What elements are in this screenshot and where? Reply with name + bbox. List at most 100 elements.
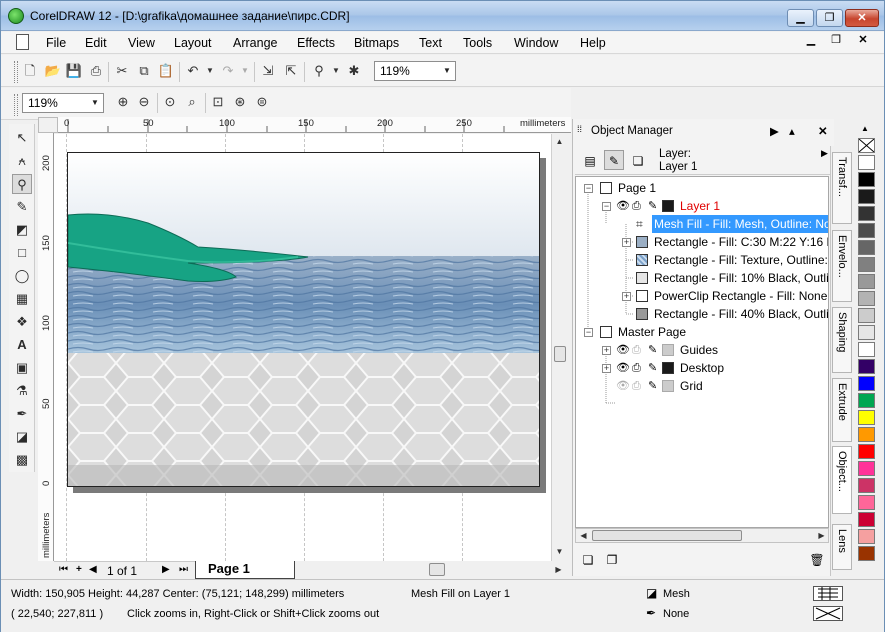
expand-icon[interactable]: + xyxy=(602,364,611,373)
minimize-button[interactable]: ▁ xyxy=(787,9,814,27)
open-icon[interactable]: 📂 xyxy=(44,62,62,80)
color-swatch[interactable] xyxy=(858,342,875,357)
tree-item-powerclip[interactable]: + PowerClip Rectangle - Fill: None, xyxy=(618,287,828,305)
color-swatch[interactable] xyxy=(858,274,875,289)
application-launcher-icon[interactable]: ⚲ xyxy=(310,62,328,80)
eyedropper-tool-icon[interactable]: ⚗ xyxy=(12,381,32,401)
horizontal-scroll-thumb[interactable] xyxy=(429,563,445,576)
menu-text[interactable]: Text xyxy=(419,36,442,50)
editable-pencil-icon[interactable]: ✎ xyxy=(648,197,657,215)
horizontal-scrollbar[interactable]: ▶ xyxy=(291,562,568,578)
menu-layout[interactable]: Layout xyxy=(174,36,212,50)
color-swatch[interactable] xyxy=(858,495,875,510)
new-document-icon[interactable]: 🗋 xyxy=(21,62,39,80)
corel-online-icon[interactable]: ✱ xyxy=(345,62,363,80)
outline-tool-icon[interactable]: ✒ xyxy=(12,404,32,424)
fill-swatch[interactable] xyxy=(813,586,843,601)
copy-icon[interactable]: ⧉ xyxy=(135,62,153,80)
zoom-page-width-icon[interactable]: ⊛ xyxy=(231,93,249,111)
zoom-combo[interactable]: 119% ▼ xyxy=(22,93,104,113)
redo-icon[interactable]: ↷ xyxy=(219,62,237,80)
layer-manager-view-icon[interactable]: ❏ xyxy=(628,150,648,170)
color-swatch[interactable] xyxy=(858,308,875,323)
color-swatch[interactable] xyxy=(858,512,875,527)
zoom-selected-icon[interactable]: ⊙ xyxy=(161,93,179,111)
doc-minimize-button[interactable]: ▁ xyxy=(801,33,821,50)
color-swatch[interactable] xyxy=(858,376,875,391)
color-swatch[interactable] xyxy=(858,155,875,170)
doc-restore-button[interactable]: ❐ xyxy=(826,33,846,50)
interactive-blend-tool-icon[interactable]: ▣ xyxy=(12,358,32,378)
drawing-canvas[interactable] xyxy=(54,134,551,561)
menu-bitmaps[interactable]: Bitmaps xyxy=(354,36,399,50)
zoom-page-icon[interactable]: ⊡ xyxy=(209,93,227,111)
docker-menu-arrow-icon[interactable]: ▶ xyxy=(770,124,779,138)
page-tab-page-1[interactable]: Page 1 xyxy=(195,561,295,579)
coreldraw-app-icon[interactable] xyxy=(8,8,24,24)
freehand-tool-icon[interactable]: ✎ xyxy=(12,197,32,217)
interactive-fill-tool-icon[interactable]: ▩ xyxy=(12,450,32,470)
visible-eye-icon[interactable]: 👁 xyxy=(616,197,630,215)
color-swatch[interactable] xyxy=(858,240,875,255)
import-icon[interactable]: ⇲ xyxy=(259,62,277,80)
scroll-right-icon[interactable]: ▶ xyxy=(551,562,566,577)
color-swatch[interactable] xyxy=(858,359,875,374)
vertical-scrollbar[interactable]: ▲ ▼ xyxy=(551,134,568,561)
tab-envelope[interactable]: Envelo... xyxy=(832,230,852,302)
color-swatch[interactable] xyxy=(858,257,875,272)
last-page-icon[interactable]: ⏭ xyxy=(179,564,188,575)
printable-icon[interactable]: ⎙ xyxy=(632,197,641,215)
show-properties-icon[interactable]: ▤ xyxy=(580,150,600,170)
pier-artwork[interactable] xyxy=(68,153,540,487)
vertical-scroll-thumb[interactable] xyxy=(554,346,566,362)
printable-icon[interactable]: ⎙ xyxy=(632,377,641,395)
palette-scroll-up-icon[interactable]: ▲ xyxy=(861,124,869,133)
color-swatch[interactable] xyxy=(858,478,875,493)
paste-icon[interactable]: 📋 xyxy=(157,62,175,80)
rectangle-tool-icon[interactable]: □ xyxy=(12,243,32,263)
tree-horizontal-scrollbar[interactable]: ◀ ▶ xyxy=(575,528,829,543)
tree-scroll-thumb[interactable] xyxy=(592,530,742,541)
zoom-dropdown-icon[interactable]: ▼ xyxy=(439,62,455,80)
color-swatch[interactable] xyxy=(858,444,875,459)
new-layer-icon[interactable]: ❏ xyxy=(578,549,598,569)
tab-shaping[interactable]: Shaping xyxy=(832,307,852,373)
color-swatch[interactable] xyxy=(858,410,875,425)
document-icon[interactable] xyxy=(16,34,29,50)
cut-icon[interactable]: ✂ xyxy=(113,62,131,80)
visible-eye-icon[interactable]: 👁 xyxy=(616,359,630,377)
no-color-swatch[interactable] xyxy=(858,138,875,153)
menu-help[interactable]: Help xyxy=(580,36,606,50)
color-swatch[interactable] xyxy=(858,291,875,306)
tree-scroll-right-icon[interactable]: ▶ xyxy=(814,528,829,543)
fill-tool-icon[interactable]: ◪ xyxy=(12,427,32,447)
menu-edit[interactable]: Edit xyxy=(85,36,107,50)
zoom-out-icon[interactable]: ⊖ xyxy=(135,93,153,111)
zoom-combo-dropdown-icon[interactable]: ▼ xyxy=(87,94,103,112)
delete-icon[interactable]: 🗑 xyxy=(807,549,827,569)
editable-pencil-icon[interactable]: ✎ xyxy=(648,359,657,377)
expand-icon[interactable]: + xyxy=(602,346,611,355)
color-swatch[interactable] xyxy=(858,529,875,544)
outline-swatch[interactable] xyxy=(813,606,843,621)
zoom-tool-icon[interactable]: ⚲ xyxy=(12,174,32,194)
menu-tools[interactable]: Tools xyxy=(463,36,492,50)
color-swatch[interactable] xyxy=(858,427,875,442)
redo-dropdown-icon[interactable]: ▼ xyxy=(236,62,254,80)
toolbar-grip[interactable] xyxy=(14,61,18,83)
color-swatch[interactable] xyxy=(858,189,875,204)
close-button[interactable]: ✕ xyxy=(845,9,879,27)
maximize-button[interactable]: ❐ xyxy=(816,9,843,27)
color-swatch[interactable] xyxy=(858,172,875,187)
basic-shapes-tool-icon[interactable]: ❖ xyxy=(12,312,32,332)
menu-file[interactable]: File xyxy=(46,36,66,50)
doc-close-button[interactable]: ✕ xyxy=(853,33,873,50)
layer-flyout-icon[interactable]: ▶ xyxy=(821,148,828,159)
visible-eye-icon[interactable]: 👁 xyxy=(616,341,630,359)
menu-window[interactable]: Window xyxy=(514,36,558,50)
color-swatch[interactable] xyxy=(858,393,875,408)
docker-close-icon[interactable]: ✕ xyxy=(818,124,828,138)
collapse-icon[interactable]: − xyxy=(602,202,611,211)
menu-view[interactable]: View xyxy=(128,36,155,50)
ruler-origin[interactable] xyxy=(38,117,58,133)
